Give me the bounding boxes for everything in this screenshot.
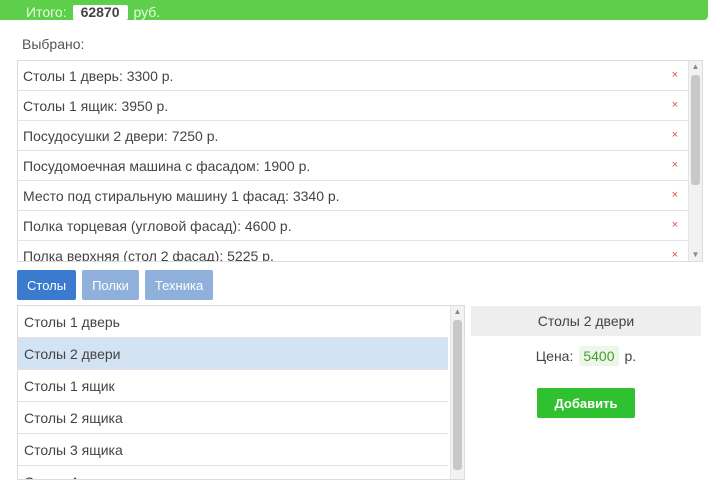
- price-line: Цена: 5400 р.: [471, 346, 701, 366]
- scroll-up-icon[interactable]: ▲: [451, 306, 464, 318]
- selected-item-label: Полка верхняя (стол 2 фасад): 5225 р.: [23, 247, 274, 262]
- catalog-item[interactable]: Столы 2 двери: [18, 338, 448, 370]
- currency-label: руб.: [133, 4, 161, 20]
- catalog-item[interactable]: Столы 3 ящика: [18, 434, 448, 466]
- remove-icon[interactable]: ×: [672, 219, 678, 231]
- tab-0[interactable]: Столы: [17, 270, 77, 300]
- selected-item: Место под стиральную машину 1 фасад: 334…: [18, 181, 702, 211]
- price-value: 5400: [579, 346, 619, 366]
- scroll-thumb[interactable]: [691, 75, 700, 185]
- add-button[interactable]: Добавить: [537, 388, 635, 418]
- selected-item: Полка торцевая (угловой фасад): 4600 р. ×: [18, 211, 702, 241]
- detail-title: Столы 2 двери: [471, 306, 701, 336]
- selected-heading: Выбрано:: [22, 36, 85, 52]
- total-label: Итого:: [26, 4, 67, 20]
- category-tabs: Столы Полки Техника: [17, 270, 214, 300]
- catalog-list: Столы 1 дверь Столы 2 двери Столы 1 ящик Ст…: [17, 305, 465, 480]
- remove-icon[interactable]: ×: [672, 159, 678, 171]
- remove-icon[interactable]: ×: [672, 99, 678, 111]
- catalog-item[interactable]: Столы 1 ящик: [18, 370, 448, 402]
- selected-list: Столы 1 дверь: 3300 р. × Столы 1 ящик: 395…: [17, 60, 703, 262]
- catalog-item[interactable]: Столы 1 дверь: [18, 306, 448, 338]
- selected-item-label: Полка торцевая (угловой фасад): 4600 р.: [23, 217, 292, 234]
- catalog-list-scrollbar[interactable]: ▲: [450, 306, 464, 479]
- selected-item-label: Столы 1 дверь: 3300 р.: [23, 67, 174, 84]
- remove-icon[interactable]: ×: [672, 249, 678, 261]
- tab-1[interactable]: Полки: [82, 270, 139, 300]
- tab-2[interactable]: Техника: [144, 270, 214, 300]
- remove-icon[interactable]: ×: [672, 129, 678, 141]
- scroll-down-icon[interactable]: ▼: [689, 249, 702, 261]
- total-value: 62870: [72, 5, 128, 20]
- selected-item: Посудосушки 2 двери: 7250 р. ×: [18, 121, 702, 151]
- remove-icon[interactable]: ×: [672, 69, 678, 81]
- price-label: Цена:: [535, 348, 574, 364]
- scroll-thumb[interactable]: [453, 320, 462, 470]
- selected-item-label: Посудомоечная машина с фасадом: 1900 р.: [23, 157, 311, 174]
- selected-item: Посудомоечная машина с фасадом: 1900 р. ×: [18, 151, 702, 181]
- selected-item: Столы 1 ящик: 3950 р. ×: [18, 91, 702, 121]
- selected-item-label: Место под стиральную машину 1 фасад: 334…: [23, 187, 340, 204]
- selected-item-label: Посудосушки 2 двери: 7250 р.: [23, 127, 219, 144]
- selected-list-scrollbar[interactable]: ▲ ▼: [688, 61, 702, 261]
- selected-item-label: Столы 1 ящик: 3950 р.: [23, 97, 169, 114]
- selected-item: Полка верхняя (стол 2 фасад): 5225 р. ×: [18, 241, 702, 262]
- remove-icon[interactable]: ×: [672, 189, 678, 201]
- scroll-up-icon[interactable]: ▲: [689, 61, 702, 73]
- price-unit: р.: [624, 348, 637, 364]
- catalog-item[interactable]: Столы 2 ящика: [18, 402, 448, 434]
- catalog-item[interactable]: Столы 4 ящика: [18, 466, 448, 480]
- selected-item: Столы 1 дверь: 3300 р. ×: [18, 61, 702, 91]
- total-bar: Итого: 62870 руб.: [0, 0, 708, 20]
